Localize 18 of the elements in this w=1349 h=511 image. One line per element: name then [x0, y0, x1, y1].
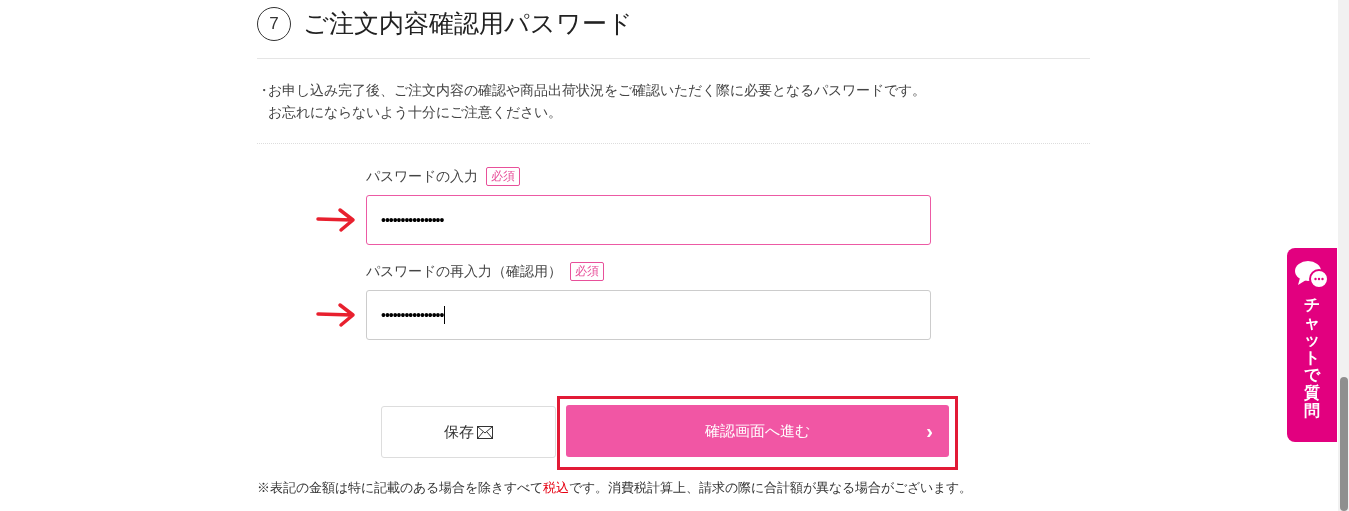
envelope-icon [477, 425, 493, 439]
field-label: パスワードの再入力（確認用） [366, 262, 562, 281]
password-field[interactable]: •••••••••••••••• [366, 290, 931, 340]
chat-bubbles-icon [1294, 260, 1330, 290]
save-button[interactable]: 保存 [381, 406, 556, 458]
annotation-arrow-icon [316, 207, 356, 233]
chat-tab[interactable]: チャットで質問 [1287, 248, 1337, 442]
bullet: ・ [257, 81, 268, 100]
scrollbar-thumb[interactable] [1340, 377, 1348, 511]
section-title: ご注文内容確認用パスワード [303, 8, 633, 40]
footnote: ※表記の金額は特に記載のある場合を除きすべて税込です。消費税計算上、請求の際に合計額が異なる場合がございます。 [257, 479, 973, 497]
password-field[interactable]: •••••••••••••••• [366, 195, 931, 245]
notice-text: お忘れにならないよう十分にご注意ください。 [268, 103, 563, 122]
field-label: パスワードの入力 [366, 167, 478, 186]
annotation-arrow-icon [316, 302, 356, 328]
notice-text: お申し込み完了後、ご注文内容の確認や商品出荷状況をご確認いただく際に必要となるパスワードです。 [268, 81, 926, 100]
required-badge: 必須 [570, 262, 604, 281]
required-badge: 必須 [486, 167, 520, 186]
